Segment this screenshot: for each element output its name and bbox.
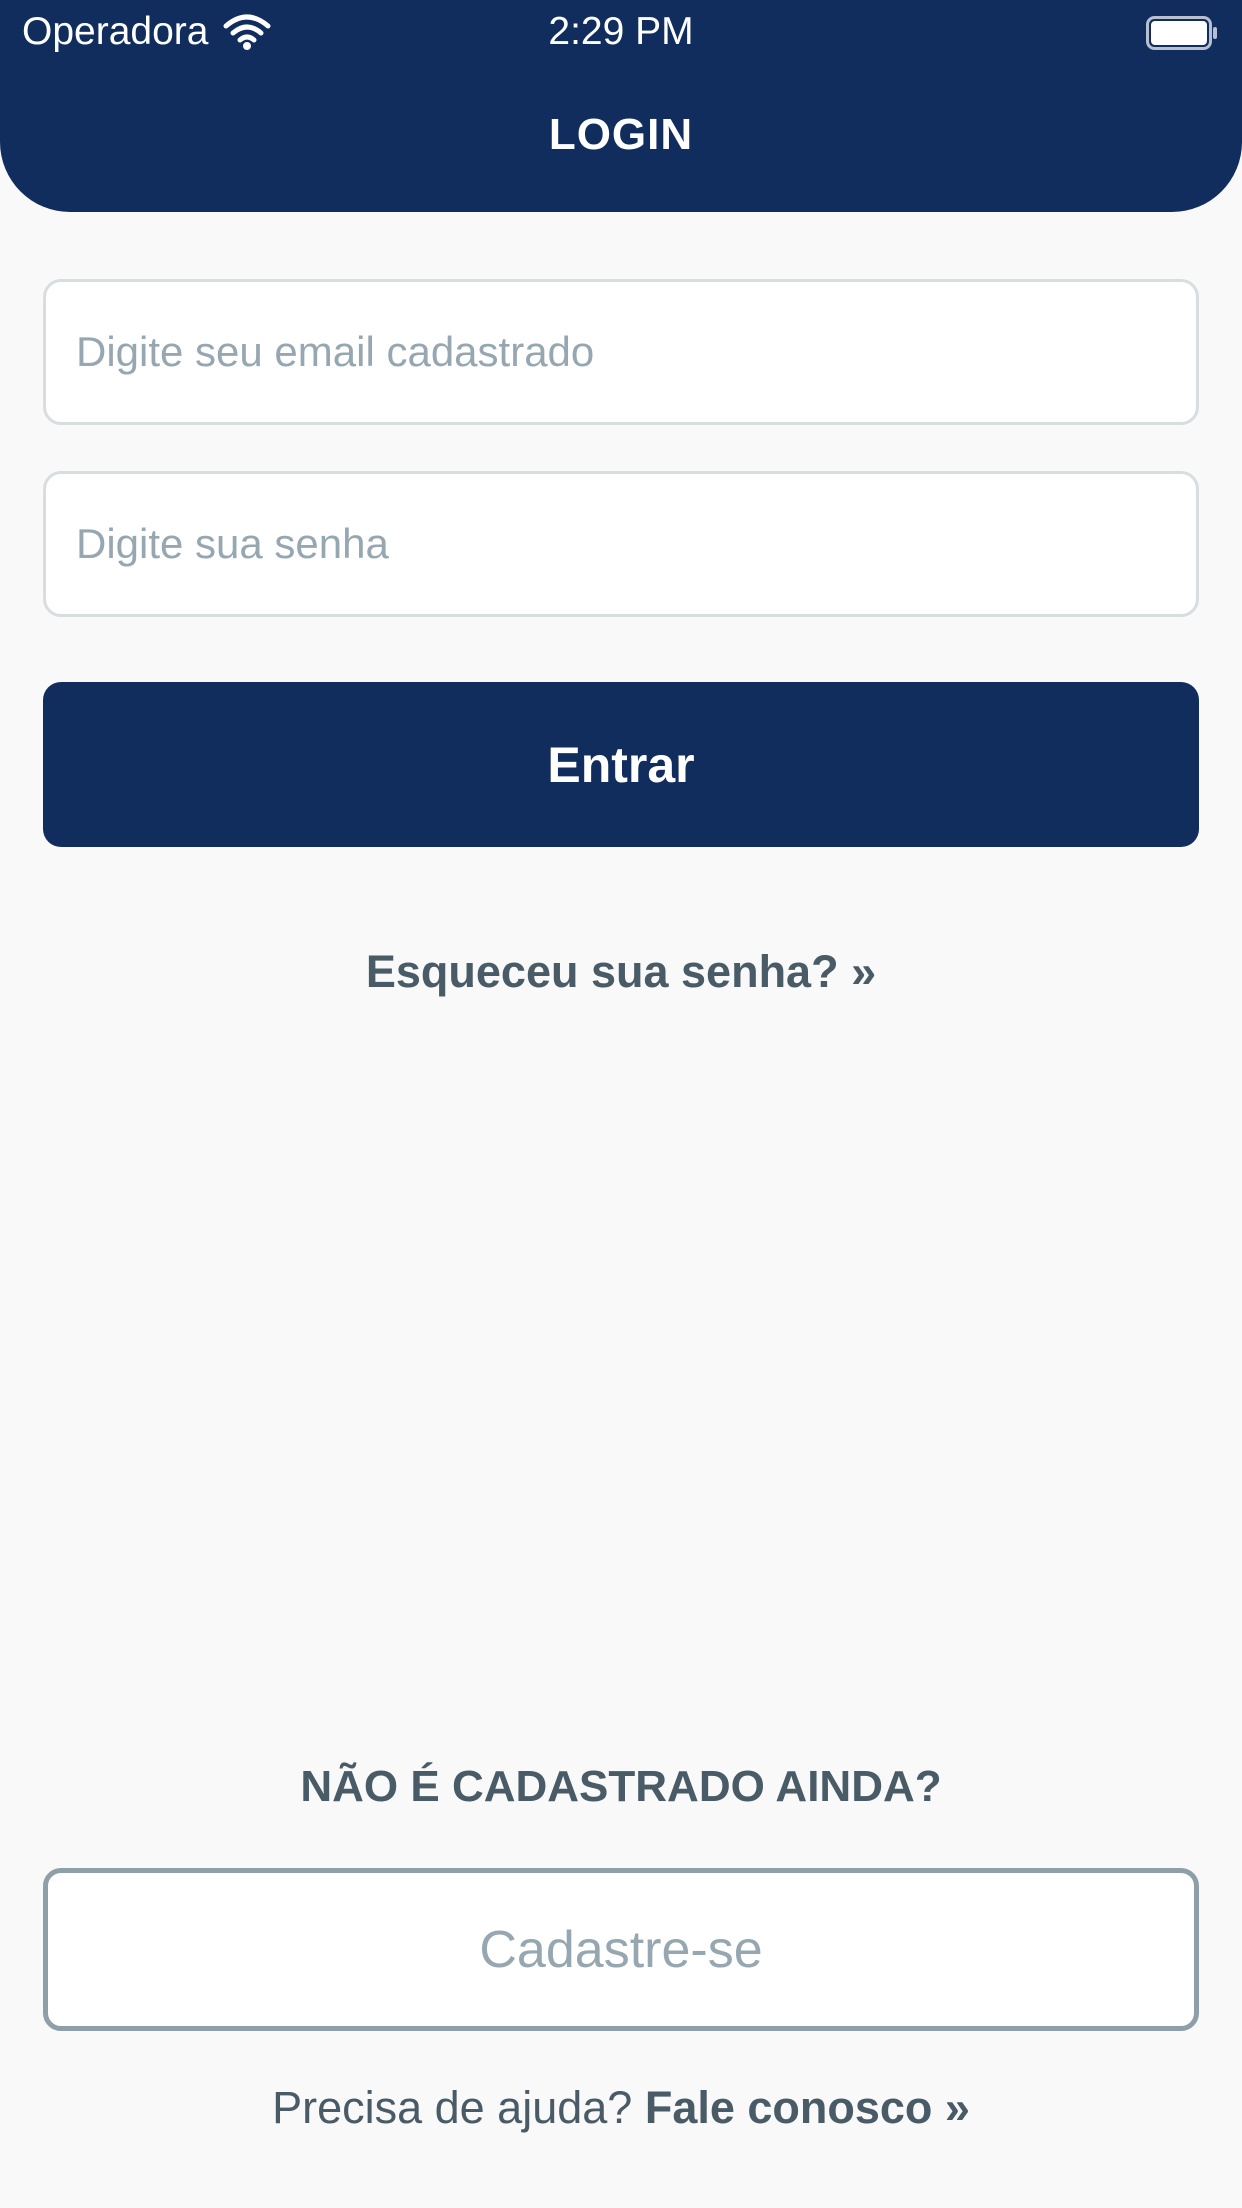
forgot-password-link[interactable]: Esqueceu sua senha? » xyxy=(0,946,1242,998)
not-registered-heading: NÃO É CADASTRADO AINDA? xyxy=(300,1762,942,1811)
help-row: Precisa de ajuda? Fale conosco » xyxy=(0,2082,1242,2134)
page-title: LOGIN xyxy=(548,110,694,159)
email-field[interactable] xyxy=(43,279,1199,425)
app-header: Operadora 2:29 PM LOGIN xyxy=(0,0,1242,212)
contact-us-link[interactable]: Fale conosco » xyxy=(645,2082,970,2133)
battery-full-icon xyxy=(1146,16,1217,50)
login-button[interactable]: Entrar xyxy=(43,682,1199,847)
register-button[interactable]: Cadastre-se xyxy=(43,1868,1199,2031)
status-time: 2:29 PM xyxy=(548,10,694,53)
help-text: Precisa de ajuda? xyxy=(272,2082,633,2133)
status-bar: Operadora 2:29 PM xyxy=(0,0,1242,70)
password-field[interactable] xyxy=(43,471,1199,617)
